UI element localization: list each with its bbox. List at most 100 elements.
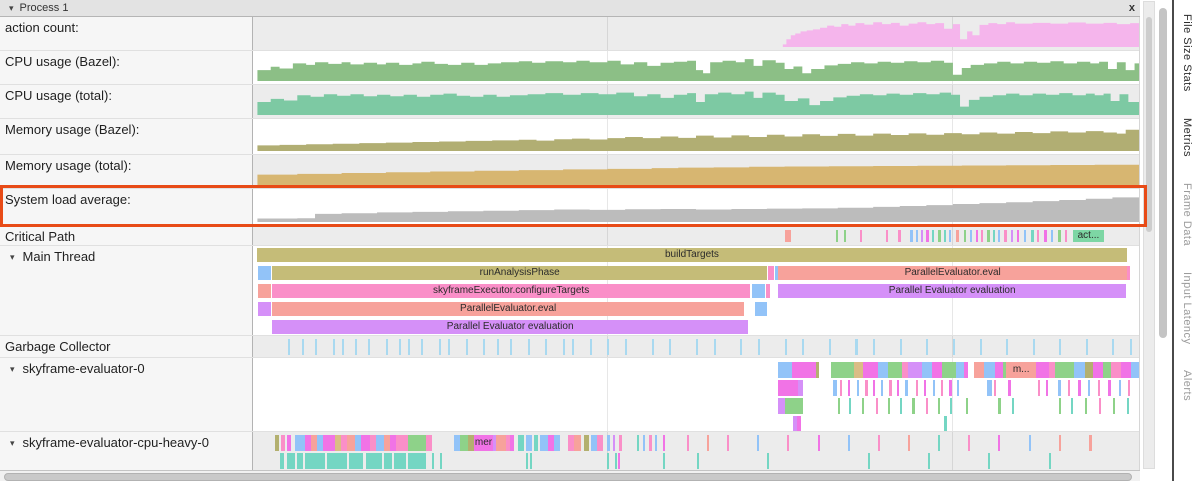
trace-slice[interactable] [752, 284, 765, 298]
trace-slice[interactable] [797, 416, 801, 431]
track-area-cpu-total[interactable] [253, 85, 1139, 118]
counter-chart-mem-total[interactable] [253, 159, 1139, 185]
trace-slice[interactable] [258, 284, 271, 298]
trace-tick[interactable] [900, 339, 902, 355]
trace-slice[interactable] [995, 362, 1003, 378]
trace-slice[interactable] [964, 362, 968, 378]
trace-slice[interactable] [1127, 266, 1130, 280]
trace-slice[interactable] [944, 230, 946, 242]
trace-tick[interactable] [926, 339, 928, 355]
trace-tick[interactable] [980, 339, 982, 355]
track-area-skyframe-evaluator-cpu-heavy-0[interactable]: mer [253, 432, 1139, 470]
trace-slice[interactable] [426, 435, 432, 451]
horizontal-scrollbar-thumb[interactable] [4, 473, 1132, 481]
trace-slice[interactable] [366, 453, 382, 469]
trace-tick[interactable] [652, 339, 654, 355]
trace-slice[interactable] [295, 435, 305, 451]
trace-slice[interactable] [956, 230, 959, 242]
trace-slice-labeled[interactable]: Parallel Evaluator evaluation [272, 320, 748, 334]
trace-slice[interactable] [1099, 398, 1101, 414]
trace-slice[interactable] [637, 435, 640, 451]
process-header[interactable]: ▾ Process 1 x [0, 0, 1140, 17]
trace-slice[interactable] [1113, 398, 1115, 414]
trace-slice[interactable] [1078, 380, 1081, 396]
trace-tick[interactable] [785, 339, 787, 355]
trace-slice[interactable] [994, 380, 996, 396]
trace-slice[interactable] [440, 453, 442, 469]
trace-slice[interactable] [865, 380, 868, 396]
trace-tick[interactable] [855, 339, 857, 355]
trace-tick[interactable] [315, 339, 317, 355]
trace-slice[interactable] [1024, 230, 1027, 242]
trace-tick[interactable] [386, 339, 388, 355]
trace-tick[interactable] [714, 339, 716, 355]
trace-tick[interactable] [288, 339, 290, 355]
trace-slice[interactable] [1111, 362, 1122, 378]
trace-slice[interactable] [607, 453, 609, 469]
trace-tick[interactable] [421, 339, 423, 355]
trace-slice[interactable] [518, 435, 524, 451]
trace-slice[interactable] [844, 230, 846, 242]
trace-tick[interactable] [483, 339, 485, 355]
counter-chart-system-load[interactable] [253, 193, 1139, 222]
trace-tick[interactable] [1086, 339, 1088, 355]
trace-slice[interactable] [1058, 230, 1061, 242]
trace-slice[interactable] [938, 435, 940, 451]
trace-slice[interactable] [347, 435, 355, 451]
trace-tick[interactable] [333, 339, 335, 355]
trace-slice[interactable] [905, 380, 908, 396]
trace-slice[interactable] [697, 453, 699, 469]
trace-slice[interactable] [584, 435, 588, 451]
trace-tick[interactable] [439, 339, 441, 355]
trace-slice[interactable] [785, 230, 790, 242]
collapse-triangle-icon[interactable]: ▾ [9, 4, 14, 13]
track-area-mem-total[interactable] [253, 155, 1139, 188]
trace-slice[interactable] [949, 230, 951, 242]
trace-slice[interactable] [280, 453, 284, 469]
trace-slice[interactable] [888, 362, 901, 378]
trace-slice[interactable] [798, 380, 803, 396]
tab-file-size-stats[interactable]: File Size Stats [1181, 14, 1193, 92]
trace-tick[interactable] [1112, 339, 1114, 355]
trace-slice[interactable] [857, 380, 859, 396]
trace-slice[interactable] [1031, 230, 1034, 242]
trace-slice[interactable] [297, 453, 303, 469]
trace-slice[interactable] [833, 380, 837, 396]
trace-tick[interactable] [953, 339, 955, 355]
track-area-skyframe-evaluator-0[interactable]: m... [253, 358, 1139, 431]
trace-slice[interactable] [258, 302, 271, 316]
trace-slice[interactable] [361, 435, 369, 451]
trace-tick[interactable] [399, 339, 401, 355]
trace-slice[interactable] [922, 362, 932, 378]
trace-tick[interactable] [1130, 339, 1132, 355]
trace-tick[interactable] [590, 339, 592, 355]
trace-slice[interactable] [1128, 380, 1130, 396]
trace-slice[interactable] [530, 453, 532, 469]
trace-slice[interactable] [840, 380, 842, 396]
trace-slice[interactable] [1071, 398, 1074, 414]
trace-slice[interactable] [848, 380, 851, 396]
trace-slice[interactable] [836, 230, 838, 242]
trace-slice[interactable] [926, 230, 929, 242]
trace-tick[interactable] [466, 339, 468, 355]
trace-slice[interactable] [526, 453, 528, 469]
trace-slice[interactable] [984, 362, 995, 378]
vertical-scrollbar-inner[interactable] [1143, 1, 1155, 469]
trace-slice[interactable] [1058, 380, 1061, 396]
trace-slice[interactable] [862, 398, 865, 414]
trace-slice[interactable] [778, 362, 792, 378]
trace-slice[interactable] [526, 435, 532, 451]
horizontal-scrollbar[interactable] [0, 470, 1140, 481]
trace-slice[interactable] [1108, 380, 1111, 396]
trace-tick[interactable] [607, 339, 609, 355]
track-area-main-thread[interactable]: buildTargetsrunAnalysisPhaseParallelEval… [253, 246, 1139, 335]
trace-slice[interactable] [663, 453, 665, 469]
trace-slice[interactable] [305, 453, 325, 469]
trace-slice[interactable] [938, 398, 940, 414]
trace-slice[interactable] [886, 230, 888, 242]
trace-slice[interactable] [767, 453, 769, 469]
trace-slice[interactable] [643, 435, 646, 451]
trace-slice[interactable] [848, 435, 850, 451]
trace-slice[interactable] [597, 435, 603, 451]
trace-slice[interactable] [323, 435, 335, 451]
